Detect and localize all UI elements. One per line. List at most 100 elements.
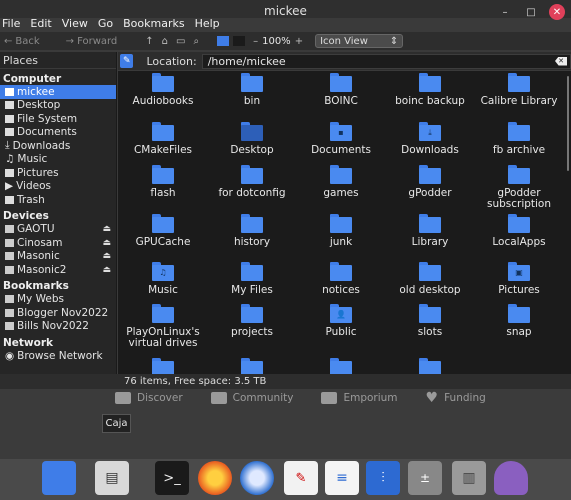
file-item[interactable]: junk — [298, 214, 384, 248]
writer-icon[interactable]: ≡ — [325, 461, 359, 495]
clear-icon[interactable]: ✕ — [555, 56, 567, 66]
search-button[interactable]: ⌕ — [193, 36, 199, 47]
menu-file[interactable]: File — [2, 17, 20, 32]
sidebar-item-bookmark[interactable]: Bills Nov2022 — [0, 320, 116, 334]
calculator-icon[interactable]: ± — [408, 461, 442, 495]
close-icon[interactable]: ✕ — [549, 4, 565, 20]
status-text: 76 items, Free space: 3.5 TB — [124, 376, 267, 387]
sidebar-item-browse-network[interactable]: ◉ Browse Network — [0, 349, 116, 363]
sidebar-item-trash[interactable]: Trash — [0, 193, 116, 207]
file-label: Music — [148, 284, 178, 296]
file-item[interactable]: PlayOnLinux's virtual drives — [120, 304, 206, 349]
file-item[interactable]: boinc backup — [387, 73, 473, 107]
folder-icon — [241, 214, 263, 233]
menu-go[interactable]: Go — [98, 17, 113, 32]
maximize-icon[interactable]: □ — [523, 4, 539, 20]
file-item[interactable]: notices — [298, 262, 384, 296]
sidebar-item-mickee[interactable]: mickee — [0, 85, 116, 99]
sidebar-item-device[interactable]: GAOTU ⏏ — [0, 223, 116, 237]
file-item[interactable]: Audiobooks — [120, 73, 206, 107]
eject-icon[interactable]: ⏏ — [102, 224, 111, 234]
file-item[interactable]: slots — [387, 304, 473, 338]
file-item[interactable]: games — [298, 165, 384, 199]
mascot-app-icon[interactable] — [494, 461, 528, 495]
terminal-app-icon[interactable]: >_ — [155, 461, 189, 495]
file-item[interactable] — [120, 358, 206, 374]
sidebar-item-downloads[interactable]: ⤓ Downloads — [0, 139, 116, 153]
settings-icon[interactable]: ⫶ — [366, 461, 400, 495]
minimize-icon[interactable]: – — [497, 4, 513, 20]
file-item[interactable]: Library — [387, 214, 473, 248]
location-input[interactable]: /home/mickee ✕ — [201, 53, 571, 69]
computer-view-button[interactable] — [217, 36, 230, 46]
sidebar-item-videos[interactable]: ▶ Videos — [0, 180, 116, 194]
edit-location-button[interactable]: ✎ — [120, 54, 134, 68]
file-item[interactable]: ▣ Pictures — [476, 262, 562, 296]
back-button[interactable]: ← Back — [4, 36, 40, 47]
eject-icon[interactable]: ⏏ — [102, 265, 111, 275]
file-label: BOINC — [324, 95, 358, 107]
file-item[interactable]: BOINC — [298, 73, 384, 107]
sidebar-item-device[interactable]: Cinosam ⏏ — [0, 236, 116, 250]
nav-emporium[interactable]: Emporium — [321, 390, 398, 406]
file-item[interactable]: old desktop — [387, 262, 473, 296]
terminal-button[interactable] — [233, 36, 246, 46]
nav-community[interactable]: Community — [210, 390, 293, 406]
file-item[interactable]: ♫ Music — [120, 262, 206, 296]
file-item[interactable]: LocalApps — [476, 214, 562, 248]
file-item[interactable]: fb archive — [476, 122, 562, 156]
menu-edit[interactable]: Edit — [30, 17, 51, 32]
menu-view[interactable]: View — [62, 17, 88, 32]
text-editor-icon[interactable]: ✎ — [284, 461, 318, 495]
file-item[interactable]: Calibre Library — [476, 73, 562, 107]
up-button[interactable]: ↑ — [145, 36, 153, 47]
menu-bookmarks[interactable]: Bookmarks — [123, 17, 184, 32]
menu-help[interactable]: Help — [195, 17, 220, 32]
sidebar-item-device[interactable]: Masonic ⏏ — [0, 250, 116, 264]
eject-icon[interactable]: ⏏ — [102, 238, 111, 248]
file-item[interactable] — [387, 358, 473, 374]
sidebar-item-bookmark[interactable]: Blogger Nov2022 — [0, 306, 116, 320]
home-button[interactable]: ⌂ — [162, 36, 168, 47]
file-item[interactable]: Desktop — [209, 122, 295, 156]
thunderbird-icon[interactable] — [240, 461, 274, 495]
folder-app-icon[interactable] — [42, 461, 76, 495]
file-item[interactable]: bin — [209, 73, 295, 107]
sidebar-header[interactable]: Places — [0, 52, 116, 69]
forward-button[interactable]: → Forward — [66, 36, 118, 47]
file-item[interactable]: snap — [476, 304, 562, 338]
file-item[interactable]: history — [209, 214, 295, 248]
sidebar-item-music[interactable]: ♫ Music — [0, 153, 116, 167]
zoom-out-button[interactable]: – — [253, 36, 258, 47]
sidebar-item-device[interactable]: Masonic2 ⏏ — [0, 263, 116, 277]
file-item[interactable]: gPodder — [387, 165, 473, 199]
sidebar-item-bookmark[interactable]: My Webs — [0, 293, 116, 307]
file-item[interactable]: projects — [209, 304, 295, 338]
zoom-in-button[interactable]: + — [295, 36, 303, 47]
eject-icon[interactable]: ⏏ — [102, 251, 111, 261]
file-item[interactable]: My Files — [209, 262, 295, 296]
nav-funding[interactable]: ♥ Funding — [426, 390, 486, 406]
file-item[interactable]: ⤓ Downloads — [387, 122, 473, 156]
file-item[interactable]: GPUCache — [120, 214, 206, 248]
folder-icon — [5, 128, 14, 137]
file-item[interactable]: 👤 Public — [298, 304, 384, 338]
file-item[interactable] — [298, 358, 384, 374]
view-mode-select[interactable]: Icon View ⇕ — [315, 34, 404, 48]
firefox-icon[interactable] — [198, 461, 232, 495]
scrollbar[interactable] — [567, 76, 569, 171]
sidebar-item-pictures[interactable]: Pictures — [0, 166, 116, 180]
caja-app-icon[interactable]: ▤ — [95, 461, 129, 495]
sidebar-item-documents[interactable]: Documents — [0, 126, 116, 140]
trash-dock-icon[interactable]: ▥ — [452, 461, 486, 495]
file-item[interactable]: CMakeFiles — [120, 122, 206, 156]
file-item[interactable]: ▪ Documents — [298, 122, 384, 156]
file-item[interactable]: gPodder subscription — [476, 165, 562, 210]
file-item[interactable]: for dotconfig — [209, 165, 295, 199]
file-item[interactable] — [209, 358, 295, 374]
computer-button[interactable]: ▭ — [176, 36, 185, 47]
nav-discover[interactable]: Discover — [115, 390, 183, 406]
sidebar-item-desktop[interactable]: Desktop — [0, 99, 116, 113]
sidebar-item-file-system[interactable]: File System — [0, 112, 116, 126]
file-item[interactable]: flash — [120, 165, 206, 199]
